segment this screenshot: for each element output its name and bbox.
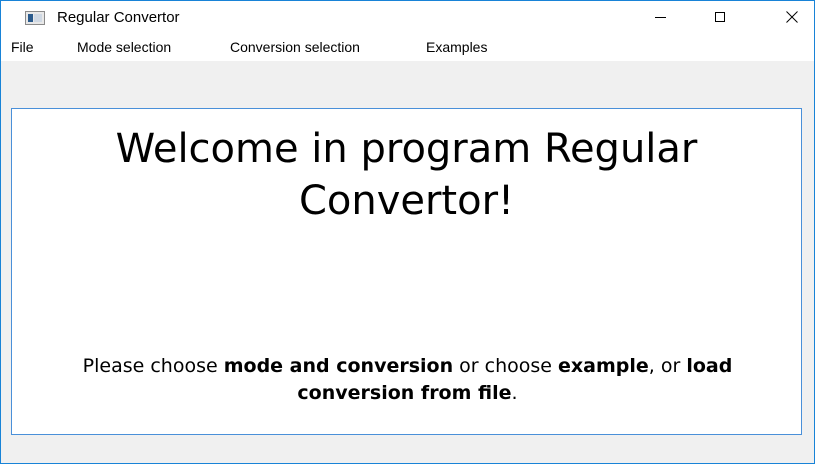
welcome-heading: Welcome in program Regular Convertor!: [115, 126, 698, 224]
instructions-bold-mode-conversion: mode and conversion: [223, 355, 454, 377]
app-window: Regular Convertor File Mode selection Co…: [0, 0, 815, 464]
menu-mode-selection[interactable]: Mode selection: [77, 39, 171, 55]
close-button[interactable]: [769, 1, 814, 33]
app-icon-part-left: [28, 14, 33, 22]
welcome-panel: Welcome in program Regular Convertor! Pl…: [11, 108, 802, 435]
minimize-button[interactable]: [637, 1, 683, 33]
app-icon-part-right: [34, 14, 42, 22]
instructions-bold-example: example: [558, 355, 649, 377]
window-title: Regular Convertor: [57, 9, 180, 26]
instructions-text-part4: .: [511, 382, 518, 404]
menu-bar: File Mode selection Conversion selection…: [1, 33, 814, 61]
minimize-icon: [654, 16, 666, 18]
close-icon: [786, 11, 798, 23]
instructions-text: Please choose mode and conversion or cho…: [22, 353, 793, 407]
menu-file[interactable]: File: [11, 39, 34, 55]
app-window-icon[interactable]: [25, 11, 45, 25]
menu-conversion-selection[interactable]: Conversion selection: [230, 39, 360, 55]
toolbar-area: [1, 61, 814, 108]
menu-examples[interactable]: Examples: [426, 39, 487, 55]
title-bar[interactable]: Regular Convertor: [1, 1, 814, 33]
status-bar: [1, 435, 814, 463]
instructions-text-part3: , or: [648, 355, 687, 377]
instructions-text-part2: or choose: [453, 355, 559, 377]
maximize-button[interactable]: [697, 1, 743, 33]
maximize-icon: [715, 12, 725, 22]
instructions-text-part1: Please choose: [82, 355, 224, 377]
